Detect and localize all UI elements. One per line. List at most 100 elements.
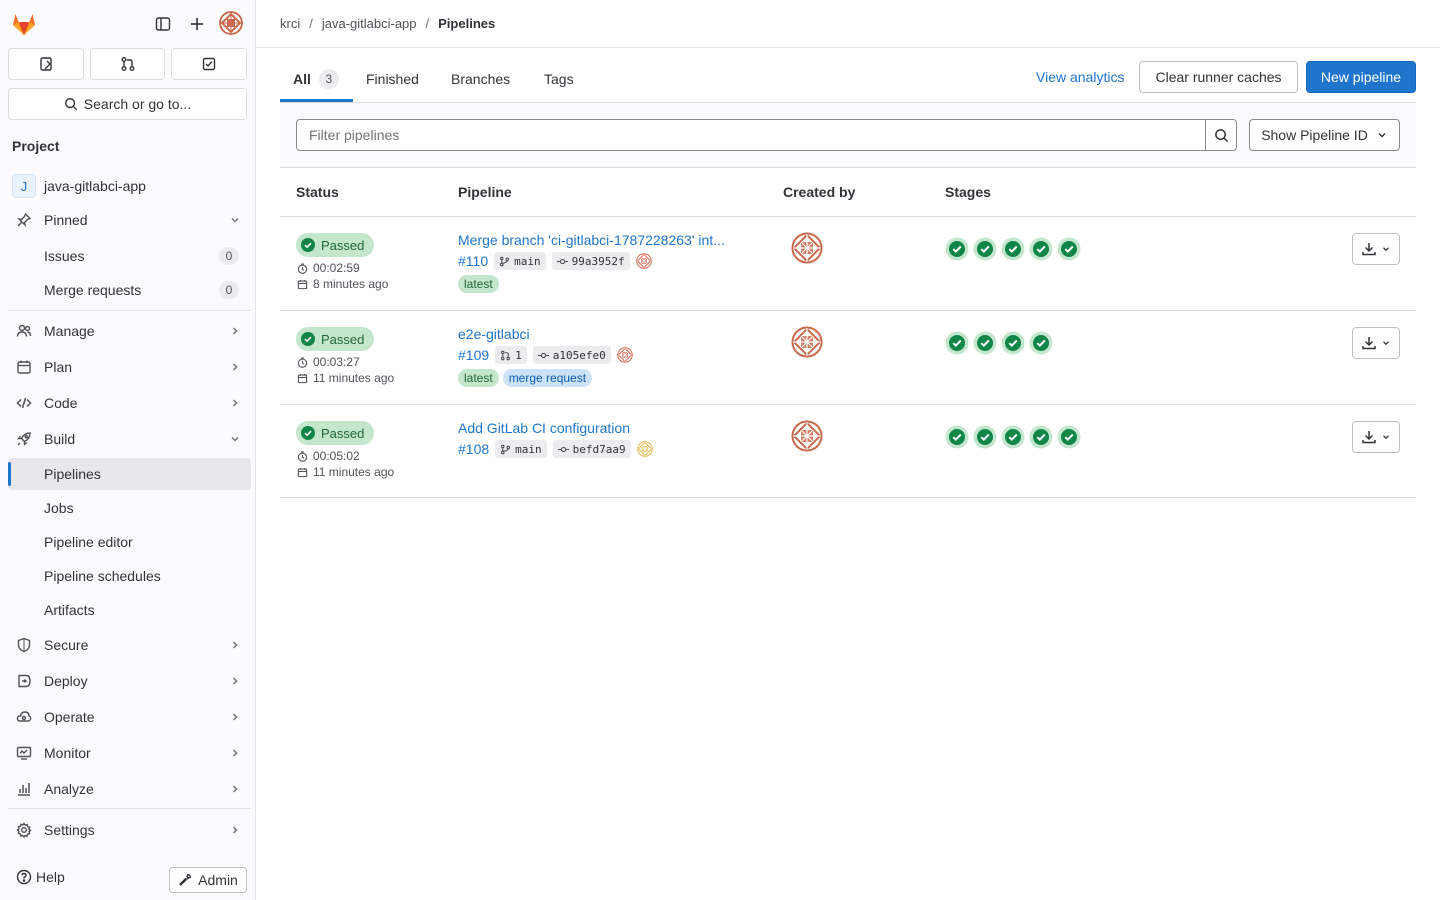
sidebar-item-code[interactable]: Code	[8, 387, 251, 419]
pipeline-id-link[interactable]: #110	[458, 253, 488, 269]
stage-success-icon[interactable]	[973, 331, 997, 355]
breadcrumb-current[interactable]: Pipelines	[438, 16, 495, 31]
ref-chip[interactable]: main	[494, 252, 546, 270]
help-button[interactable]: Help	[16, 869, 65, 885]
stage-success-icon[interactable]	[945, 237, 969, 261]
pipeline-id-select[interactable]: Show Pipeline ID	[1249, 119, 1400, 151]
commit-chip[interactable]: 99a3952f	[551, 252, 630, 270]
clear-runner-caches-button[interactable]: Clear runner caches	[1139, 61, 1298, 93]
user-avatar[interactable]	[219, 11, 243, 35]
sidebar-item-build[interactable]: Build	[8, 423, 251, 455]
view-analytics-link[interactable]: View analytics	[1036, 69, 1124, 85]
ref-chip[interactable]: main	[495, 440, 547, 458]
sidebar-item-pinned[interactable]: Pinned	[8, 204, 251, 236]
stage-success-icon[interactable]	[1001, 237, 1025, 261]
tab-all[interactable]: All 3	[293, 56, 339, 102]
creator-avatar[interactable]	[791, 326, 823, 358]
tab-finished[interactable]: Finished	[366, 56, 419, 102]
stage-success-icon[interactable]	[1029, 331, 1053, 355]
stage-success-icon[interactable]	[945, 425, 969, 449]
pipeline-commit-title[interactable]: e2e-gitlabci	[458, 326, 530, 342]
creator-avatar[interactable]	[791, 420, 823, 452]
calendar-icon	[16, 359, 32, 375]
commit-chip[interactable]: befd7aa9	[552, 440, 631, 458]
stage-success-icon[interactable]	[1057, 425, 1081, 449]
stage-success-icon[interactable]	[973, 237, 997, 261]
download-artifacts-button[interactable]	[1352, 421, 1400, 453]
wrench-icon	[178, 873, 192, 887]
filter-search-button[interactable]	[1205, 119, 1237, 151]
sidebar-item-monitor[interactable]: Monitor	[8, 737, 251, 769]
sidebar-item-artifacts[interactable]: Artifacts	[8, 594, 251, 626]
status-badge[interactable]: Passed	[296, 233, 375, 257]
sidebar-header	[0, 0, 256, 48]
tab-branches[interactable]: Branches	[451, 56, 510, 102]
sidebar-item-manage[interactable]: Manage	[8, 315, 251, 347]
download-artifacts-button[interactable]	[1352, 233, 1400, 265]
stage-success-icon[interactable]	[1029, 237, 1053, 261]
duration: 00:02:59	[297, 261, 360, 275]
code-icon	[16, 395, 32, 411]
project-avatar: J	[12, 174, 36, 198]
stage-success-icon[interactable]	[973, 425, 997, 449]
new-pipeline-button[interactable]: New pipeline	[1306, 61, 1416, 93]
pipeline-tag: latest	[458, 275, 499, 293]
sidebar-item-merge-requests[interactable]: Merge requests 0	[8, 274, 251, 306]
thumbtack-icon	[16, 212, 32, 228]
breadcrumb-separator: /	[425, 16, 430, 31]
search-button[interactable]: Search or go to...	[8, 88, 247, 120]
sidebar-item-pipeline-schedules[interactable]: Pipeline schedules	[8, 560, 251, 592]
sidebar-item-operate[interactable]: Operate	[8, 701, 251, 733]
finished-at: 8 minutes ago	[297, 277, 388, 291]
stage-success-icon[interactable]	[1001, 331, 1025, 355]
todos-shortcut[interactable]	[171, 48, 248, 80]
sidebar-item-secure[interactable]: Secure	[8, 629, 251, 661]
sidebar-item-issues[interactable]: Issues 0	[8, 240, 251, 272]
issues-shortcut[interactable]	[8, 48, 84, 80]
commit-author-avatar[interactable]	[616, 347, 633, 363]
merge-requests-shortcut[interactable]	[89, 48, 166, 80]
gitlab-logo-icon[interactable]	[10, 10, 38, 38]
stage-success-icon[interactable]	[945, 331, 969, 355]
pipeline-id-link[interactable]: #109	[458, 347, 489, 363]
ref-text: main	[514, 254, 541, 268]
sidebar-item-deploy[interactable]: Deploy	[8, 665, 251, 697]
sidebar-item-jobs[interactable]: Jobs	[8, 492, 251, 524]
commit-author-avatar[interactable]	[636, 441, 653, 457]
sidebar-item-pipelines[interactable]: Pipelines	[8, 458, 251, 490]
pipeline-id-link[interactable]: #108	[458, 441, 489, 457]
breadcrumb-separator: /	[309, 16, 313, 31]
breadcrumb: krci / java-gitlabci-app / Pipelines	[256, 0, 1440, 48]
plus-icon[interactable]	[185, 12, 209, 36]
sidebar-item-settings[interactable]: Settings	[8, 814, 251, 846]
sidebar-item-analyze[interactable]: Analyze	[8, 773, 251, 805]
breadcrumb-item[interactable]: java-gitlabci-app	[322, 16, 417, 31]
commit-icon	[537, 350, 549, 361]
breadcrumb-item[interactable]: krci	[280, 16, 300, 31]
pipeline-commit-title[interactable]: Add GitLab CI configuration	[458, 420, 630, 436]
sidebar-item-pipeline-editor[interactable]: Pipeline editor	[8, 526, 251, 558]
commit-icon	[556, 256, 568, 267]
toggle-sidebar-icon[interactable]	[151, 12, 175, 36]
download-artifacts-button[interactable]	[1352, 327, 1400, 359]
status-badge[interactable]: Passed	[296, 327, 375, 351]
sidebar-item-plan[interactable]: Plan	[8, 351, 251, 383]
calendar-icon	[297, 467, 308, 478]
status-badge[interactable]: Passed	[296, 421, 375, 445]
stage-success-icon[interactable]	[1001, 425, 1025, 449]
filter-pipelines-input[interactable]: Filter pipelines	[296, 119, 1206, 151]
ref-chip[interactable]: 1	[495, 346, 527, 364]
project-link[interactable]: J java-gitlabci-app	[12, 174, 146, 198]
pipeline-commit-title[interactable]: Merge branch 'ci-gitlabci-1787228263' in…	[458, 232, 725, 248]
status-success-icon	[301, 426, 315, 440]
stage-success-icon[interactable]	[1057, 237, 1081, 261]
admin-button[interactable]: Admin	[169, 867, 247, 893]
tab-tags[interactable]: Tags	[544, 56, 574, 102]
timer-icon	[297, 356, 308, 368]
creator-avatar[interactable]	[791, 232, 823, 264]
issues-icon	[38, 56, 54, 72]
commit-author-avatar[interactable]	[635, 253, 652, 269]
stage-success-icon[interactable]	[1029, 425, 1053, 449]
chevron-down-icon	[1381, 338, 1391, 348]
commit-chip[interactable]: a105efe0	[532, 346, 611, 364]
